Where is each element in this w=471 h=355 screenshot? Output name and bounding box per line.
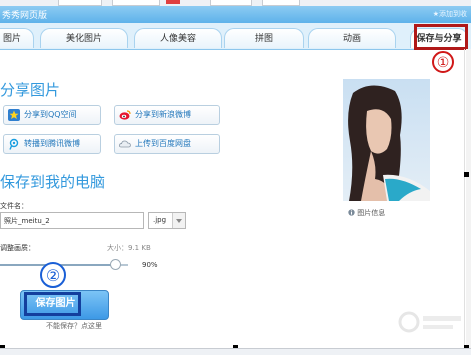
format-value: .jpg	[153, 216, 167, 224]
tab-animation[interactable]: 动画	[308, 28, 396, 48]
share-qzone-label: 分享到QQ空间	[24, 110, 77, 119]
share-heading: 分享图片	[0, 81, 61, 99]
tencent-weibo-icon	[9, 138, 19, 150]
quality-label: 调整画质：	[0, 244, 35, 252]
weibo-icon	[119, 110, 131, 120]
format-select[interactable]: .jpg	[148, 212, 186, 229]
cloud-drive-icon	[119, 140, 131, 148]
preview-photo	[343, 79, 430, 201]
title-bar	[0, 6, 471, 23]
scrollbar[interactable]	[466, 49, 471, 349]
step-marker-2: ②	[40, 262, 66, 288]
favorite-link[interactable]: ★添加到收	[433, 9, 467, 19]
info-icon	[348, 209, 355, 216]
quality-slider-thumb[interactable]	[110, 259, 121, 270]
callout-box-2: 保存图片	[24, 292, 81, 316]
watermark-logo	[395, 308, 465, 340]
callout-box-1	[414, 24, 468, 50]
save-image-label: 保存图片	[35, 298, 76, 309]
step-marker-1: ①	[432, 51, 454, 73]
photo-info-label: 图片信息	[357, 209, 386, 217]
browser-tab-indicator	[166, 0, 180, 4]
share-tencent-weibo-button[interactable]: 转播到腾讯微博	[3, 134, 101, 154]
photo-info-link[interactable]: 图片信息	[348, 208, 385, 218]
share-weibo-label: 分享到新浪微博	[135, 110, 191, 119]
resize-handle[interactable]	[464, 172, 469, 177]
tab-picture[interactable]: 图片	[0, 28, 34, 48]
share-qzone-button[interactable]: 分享到QQ空间	[3, 105, 101, 125]
cannot-save-help-link[interactable]: 不能保存？点这里	[46, 321, 102, 331]
share-baidu-pan-button[interactable]: 上传到百度网盘	[114, 134, 220, 154]
app-title: 秀秀网页版	[2, 11, 48, 21]
star-icon	[8, 109, 20, 121]
share-baidu-pan-label: 上传到百度网盘	[135, 139, 191, 148]
panel-divider	[464, 49, 465, 349]
tab-portrait[interactable]: 人像美容	[134, 28, 222, 48]
quality-value: 90%	[142, 261, 158, 269]
tab-collage[interactable]: 拼图	[224, 28, 304, 48]
filename-label: 文件名：	[0, 202, 28, 210]
filename-input[interactable]	[0, 212, 144, 229]
share-tencent-weibo-label: 转播到腾讯微博	[24, 139, 80, 148]
share-weibo-button[interactable]: 分享到新浪微博	[114, 105, 220, 125]
size-label: 大小：9.1 KB	[107, 244, 151, 252]
tab-beautify[interactable]: 美化图片	[40, 28, 128, 48]
save-heading: 保存到我的电脑	[0, 173, 106, 191]
chevron-down-icon	[172, 213, 185, 228]
